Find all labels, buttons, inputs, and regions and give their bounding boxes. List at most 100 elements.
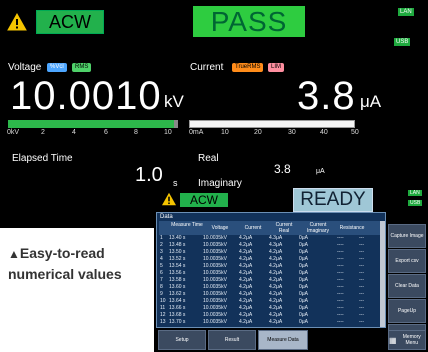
voltage-scale-2: 2 xyxy=(41,129,45,136)
elapsed-time-label: Elapsed Time xyxy=(12,153,73,164)
table-cell: --- xyxy=(359,312,364,318)
table-body: 1 13.40 s 10.0035kV 4.2μA 4.3μA 0μA ---- --- 2 13… xyxy=(159,235,383,325)
table-cell: 10.0035kV xyxy=(203,256,227,262)
table-cell: 13.58 s xyxy=(169,277,186,283)
table-cell: 4.3μA xyxy=(269,235,283,241)
table-row[interactable]: 11 13.66 s 10.0035kV 4.2μA 4.2μA 0μA ---- --- xyxy=(159,305,383,312)
table-row[interactable]: 3 13.50 s 10.0035kV 4.2μA 4.2μA 0μA ---- --- xyxy=(159,249,383,256)
table-cell: ---- xyxy=(337,263,344,269)
table-cell: 4.2μA xyxy=(269,284,283,290)
current-scale-40: 40 xyxy=(320,129,328,136)
table-cell: 10.0035kV xyxy=(203,305,227,311)
table-cell: --- xyxy=(359,242,364,248)
table-cell: 4.2μA xyxy=(269,298,283,304)
memory-icon: ▦ xyxy=(389,335,397,345)
table-cell: 13.40 s xyxy=(169,235,186,241)
column-header-resistance: Resistance xyxy=(339,225,365,231)
table-cell: 13.52 s xyxy=(169,256,186,262)
table-cell: 2 xyxy=(160,242,163,248)
table-scrollbar[interactable] xyxy=(380,221,385,327)
table-row[interactable]: 13 13.70 s 10.0035kV 4.2μA 4.2μA 0μA ---- --- xyxy=(159,319,383,326)
table-row[interactable]: 2 13.48 s 10.0035kV 4.2μA 4.3μA 0μA ---- --- xyxy=(159,242,383,249)
table-cell: 9 xyxy=(160,291,163,297)
current-scale-50: 50 xyxy=(351,129,359,136)
table-cell: 4.2μA xyxy=(269,277,283,283)
table-cell: 13.50 s xyxy=(169,249,186,255)
pass-indicator: PASS xyxy=(193,6,305,37)
table-cell: ---- xyxy=(337,284,344,290)
table-cell: 10.0035kV xyxy=(203,242,227,248)
table-row[interactable]: 1 13.40 s 10.0035kV 4.2μA 4.3μA 0μA ---- --- xyxy=(159,235,383,242)
result-button[interactable]: Result xyxy=(208,330,256,350)
real-label: Real xyxy=(198,153,219,164)
table-cell: --- xyxy=(359,256,364,262)
table-row[interactable]: 6 13.56 s 10.0035kV 4.2μA 4.2μA 0μA ---- --- xyxy=(159,270,383,277)
table-cell: 4.2μA xyxy=(269,249,283,255)
export-csv-button[interactable]: Export csv xyxy=(388,249,426,273)
column-header-voltage: Voltage xyxy=(211,225,229,231)
table-cell: 10.0035kV xyxy=(203,291,227,297)
table-row[interactable]: 8 13.60 s 10.0035kV 4.2μA 4.2μA 0μA ---- --- xyxy=(159,284,383,291)
measure-data-button[interactable]: Measure Data xyxy=(258,330,308,350)
table-row[interactable]: 12 13.68 s 10.0035kV 4.2μA 4.2μA 0μA ---- --- xyxy=(159,312,383,319)
table-cell: 1 xyxy=(160,235,163,241)
table-cell: ---- xyxy=(337,270,344,276)
current-scale-30: 30 xyxy=(288,129,296,136)
capture-image-button[interactable]: Capture Image xyxy=(388,224,426,248)
voltage-mode-pill: %Vcl xyxy=(47,63,67,72)
table-row[interactable]: 7 13.58 s 10.0035kV 4.2μA 4.2μA 0μA ---- --- xyxy=(159,277,383,284)
voltage-scale-10: 10 xyxy=(164,129,172,136)
table-cell: 10.0035kV xyxy=(203,298,227,304)
voltage-value: 10.0010 xyxy=(10,74,162,118)
measurement-table: Data Measure Time Voltage Current Curren… xyxy=(156,212,386,328)
table-cell: 0μA xyxy=(299,305,308,311)
current-level-bar xyxy=(189,120,355,128)
table-cell: 10.0035kV xyxy=(203,312,227,318)
table-cell: 10.0035kV xyxy=(203,249,227,255)
table-cell: ---- xyxy=(337,256,344,262)
table-cell: --- xyxy=(359,277,364,283)
table-cell: 0μA xyxy=(299,249,308,255)
table-cell: 4.2μA xyxy=(269,256,283,262)
voltage-scale-0: 0kV xyxy=(7,129,20,136)
table-cell: ---- xyxy=(337,242,344,248)
voltage-label: Voltage xyxy=(8,62,42,73)
table-cell: 10.0035kV xyxy=(203,270,227,276)
table-cell: 0μA xyxy=(299,298,308,304)
table-cell: 13.66 s xyxy=(169,305,186,311)
elapsed-time-unit: s xyxy=(173,178,178,188)
table-cell: 4.2μA xyxy=(239,242,253,248)
table-cell: 0μA xyxy=(299,312,308,318)
feature-caption: ▲Easy-to-read numerical values xyxy=(8,243,154,284)
column-header-measure-time: Measure Time xyxy=(171,222,203,228)
table-cell: ---- xyxy=(337,319,344,325)
table-cell: 13.70 s xyxy=(169,319,186,325)
table-cell: 4.2μA xyxy=(269,263,283,269)
setup-button[interactable]: Setup xyxy=(158,330,206,350)
current-value: 3.8 xyxy=(297,74,356,118)
warning-icon xyxy=(7,13,27,31)
table-cell: 0μA xyxy=(299,284,308,290)
table-row[interactable]: 9 13.62 s 10.0035kV 4.2μA 4.2μA 0μA ---- --- xyxy=(159,291,383,298)
table-header: Measure Time Voltage Current Current Rea… xyxy=(159,221,383,235)
table-cell: 4.2μA xyxy=(269,291,283,297)
real-value: 3.8 xyxy=(274,162,291,176)
clear-data-button[interactable]: Clear Data xyxy=(388,274,426,298)
table-cell: --- xyxy=(359,298,364,304)
caption-line-1: Easy-to-read xyxy=(19,245,105,261)
table-row[interactable]: 10 13.64 s 10.0035kV 4.2μA 4.2μA 0μA ---- --- xyxy=(159,298,383,305)
table-cell: 4.2μA xyxy=(269,270,283,276)
test-mode-badge: ACW xyxy=(36,10,104,34)
table-cell: 13.60 s xyxy=(169,284,186,290)
table-cell: 11 xyxy=(160,305,166,311)
memory-menu-button[interactable]: ▦ Memory Menu xyxy=(388,330,426,350)
table-row[interactable]: 4 13.52 s 10.0035kV 4.2μA 4.2μA 0μA ---- --- xyxy=(159,256,383,263)
column-header-current: Current xyxy=(244,225,262,231)
table-cell: 4.2μA xyxy=(269,319,283,325)
ready-indicator: READY xyxy=(293,188,373,212)
column-header-current-imaginary: Current Imaginary xyxy=(307,222,329,234)
table-cell: 12 xyxy=(160,312,166,318)
table-row[interactable]: 5 13.54 s 10.0035kV 4.2μA 4.2μA 0μA ---- --- xyxy=(159,263,383,270)
page-up-button[interactable]: PageUp xyxy=(388,299,426,323)
table-cell: ---- xyxy=(337,277,344,283)
